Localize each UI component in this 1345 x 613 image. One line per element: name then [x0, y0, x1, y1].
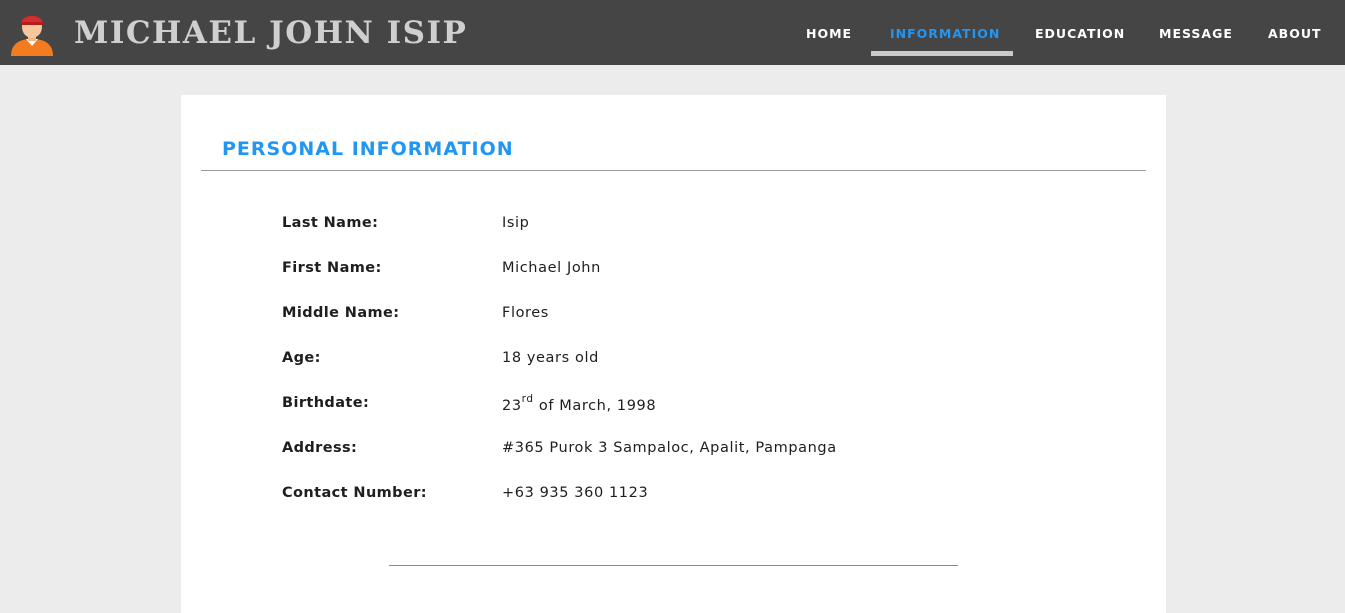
- title-divider: [201, 170, 1146, 171]
- field-label: Birthdate:: [282, 395, 370, 411]
- top-navbar: MICHAEL JOHN ISIP HOME INFORMATION EDUCA…: [0, 0, 1345, 65]
- field-value: Isip: [502, 215, 530, 231]
- avatar-icon: [11, 15, 53, 56]
- nav-about[interactable]: ABOUT: [1268, 25, 1322, 43]
- info-row-age: Age: 18 years old: [181, 346, 1166, 370]
- site-title[interactable]: MICHAEL JOHN ISIP: [74, 13, 467, 53]
- info-card: PERSONAL INFORMATION Last Name: Isip Fir…: [181, 95, 1166, 613]
- field-value: +63 935 360 1123: [502, 485, 649, 501]
- info-row-birthdate: Birthdate: 23rd of March, 1998: [181, 391, 1166, 415]
- active-nav-indicator: [871, 51, 1013, 56]
- field-value: 23rd of March, 1998: [502, 394, 656, 418]
- field-label: Middle Name:: [282, 305, 400, 321]
- field-label: Age:: [282, 350, 321, 366]
- nav-information[interactable]: INFORMATION: [890, 25, 1000, 43]
- birthdate-suffix: rd: [521, 393, 534, 406]
- field-label: First Name:: [282, 260, 382, 276]
- info-row-last-name: Last Name: Isip: [181, 211, 1166, 235]
- field-value: Flores: [502, 305, 549, 321]
- info-row-contact-number: Contact Number: +63 935 360 1123: [181, 481, 1166, 505]
- birthdate-day: 23: [502, 398, 522, 414]
- nav-message[interactable]: MESSAGE: [1159, 25, 1233, 43]
- info-row-middle-name: Middle Name: Flores: [181, 301, 1166, 325]
- field-value: Michael John: [502, 260, 601, 276]
- info-row-first-name: First Name: Michael John: [181, 256, 1166, 280]
- nav-home[interactable]: HOME: [806, 25, 852, 43]
- field-label: Contact Number:: [282, 485, 427, 501]
- field-label: Last Name:: [282, 215, 379, 231]
- field-label: Address:: [282, 440, 358, 456]
- field-value: #365 Purok 3 Sampaloc, Apalit, Pampanga: [502, 440, 837, 456]
- info-row-address: Address: #365 Purok 3 Sampaloc, Apalit, …: [181, 436, 1166, 460]
- section-title: PERSONAL INFORMATION: [222, 138, 514, 160]
- nav-education[interactable]: EDUCATION: [1035, 25, 1125, 43]
- field-value: 18 years old: [502, 350, 599, 366]
- bottom-divider: [389, 565, 958, 566]
- birthdate-rest: of March, 1998: [533, 398, 657, 414]
